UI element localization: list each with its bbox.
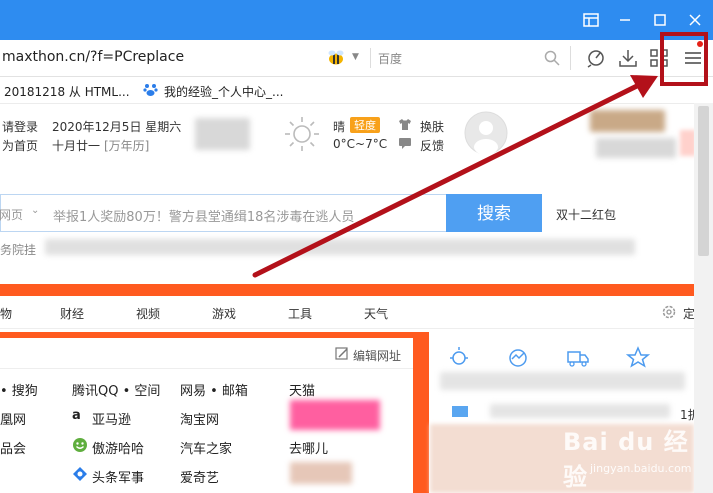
annotation-overlay [252,32,708,278]
